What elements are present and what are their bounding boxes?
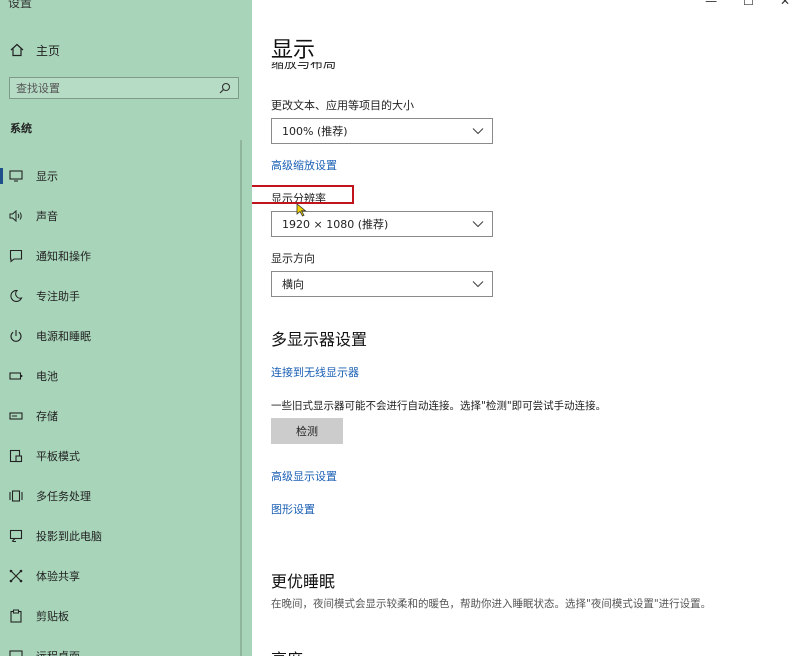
detect-button[interactable]: 检测: [271, 418, 343, 444]
search-box[interactable]: [9, 77, 239, 99]
scale-dropdown[interactable]: 100% (推荐): [271, 118, 493, 144]
sidebar-nav: 显示 声音 通知和操作 专注助手 电源和睡眠 电池 存储 平板模式 多任务处理 …: [0, 156, 252, 656]
sidebar-item-label: 远程桌面: [36, 648, 80, 656]
sidebar-item-shared-experiences[interactable]: 体验共享: [0, 556, 252, 596]
monitor-icon: [8, 168, 24, 184]
sidebar-item-label: 体验共享: [36, 570, 80, 583]
sidebar-item-label: 多任务处理: [36, 490, 91, 503]
home-icon: [10, 43, 24, 57]
sidebar-item-clipboard[interactable]: 剪贴板: [0, 596, 252, 636]
sidebar-item-label: 专注助手: [36, 290, 80, 303]
advanced-scaling-link[interactable]: 高级缩放设置: [271, 157, 337, 173]
resolution-value: 1920 × 1080 (推荐): [282, 218, 389, 231]
sidebar-item-display[interactable]: 显示: [0, 156, 252, 196]
sidebar-item-label: 平板模式: [36, 450, 80, 463]
sleep-heading: 更优睡眠: [271, 572, 336, 591]
advanced-display-link[interactable]: 高级显示设置: [271, 468, 337, 484]
share-icon: [8, 568, 24, 584]
search-input[interactable]: [10, 80, 216, 96]
orientation-label: 显示方向: [271, 252, 315, 265]
scale-label: 更改文本、应用等项目的大小: [271, 99, 414, 112]
sidebar-item-label: 电池: [36, 370, 58, 383]
mouse-cursor-icon: [296, 203, 307, 217]
orientation-dropdown[interactable]: 横向: [271, 271, 493, 297]
wireless-display-link[interactable]: 连接到无线显示器: [271, 364, 359, 380]
sidebar-item-focus-assist[interactable]: 专注助手: [0, 276, 252, 316]
sidebar-scrollbar[interactable]: [240, 140, 242, 656]
window-title: 设置: [8, 0, 33, 10]
brightness-heading: 亮度: [271, 646, 303, 656]
resolution-highlight-box: [252, 185, 354, 204]
project-icon: [8, 528, 24, 544]
page-title: 显示: [271, 38, 316, 63]
search-icon[interactable]: [216, 79, 234, 97]
home-link[interactable]: 主页: [10, 40, 60, 60]
sidebar-item-label: 存储: [36, 410, 58, 423]
storage-icon: [8, 408, 24, 424]
minimize-button[interactable]: —: [705, 0, 717, 8]
moon-icon: [8, 288, 24, 304]
sidebar-item-multitasking[interactable]: 多任务处理: [0, 476, 252, 516]
power-icon: [8, 328, 24, 344]
sidebar: 设置 主页 系统 显示 声音: [0, 0, 252, 656]
content-pane: — ☐ ✕ 显示 缩放与布局 更改文本、应用等项目的大小 100% (推荐) 高…: [252, 0, 800, 656]
sleep-description: 在晚间，夜间模式会显示较柔和的暖色，帮助你进入睡眠状态。选择"夜间模式设置"进行…: [271, 598, 712, 610]
tablet-icon: [8, 448, 24, 464]
sidebar-item-label: 剪贴板: [36, 610, 69, 623]
chevron-down-icon: [472, 281, 484, 288]
scale-layout-heading: 缩放与布局: [271, 62, 337, 72]
chevron-down-icon: [472, 128, 484, 135]
window-controls: — ☐ ✕: [705, 0, 790, 8]
maximize-button[interactable]: ☐: [743, 0, 754, 8]
graphics-settings-link[interactable]: 图形设置: [271, 501, 315, 517]
close-button[interactable]: ✕: [780, 0, 790, 8]
detect-note: 一些旧式显示器可能不会进行自动连接。选择"检测"即可尝试手动连接。: [271, 400, 607, 412]
sidebar-item-power[interactable]: 电源和睡眠: [0, 316, 252, 356]
sidebar-item-label: 电源和睡眠: [36, 330, 91, 343]
chevron-down-icon: [472, 221, 484, 228]
speaker-icon: [8, 208, 24, 224]
sidebar-item-label: 通知和操作: [36, 250, 91, 263]
multi-display-heading: 多显示器设置: [271, 330, 368, 349]
sidebar-item-battery[interactable]: 电池: [0, 356, 252, 396]
sidebar-item-label: 声音: [36, 210, 58, 223]
multitask-icon: [8, 488, 24, 504]
sidebar-item-tablet-mode[interactable]: 平板模式: [0, 436, 252, 476]
sidebar-item-label: 投影到此电脑: [36, 530, 102, 543]
battery-icon: [8, 368, 24, 384]
sidebar-item-label: 显示: [36, 170, 58, 183]
sidebar-item-storage[interactable]: 存储: [0, 396, 252, 436]
remote-icon: [8, 648, 24, 656]
section-title: 系统: [10, 122, 32, 135]
scale-value: 100% (推荐): [282, 125, 348, 138]
clipboard-icon: [8, 608, 24, 624]
sidebar-item-notifications[interactable]: 通知和操作: [0, 236, 252, 276]
home-label: 主页: [36, 43, 61, 58]
notification-icon: [8, 248, 24, 264]
sidebar-item-remote-desktop[interactable]: 远程桌面: [0, 636, 252, 656]
sidebar-item-sound[interactable]: 声音: [0, 196, 252, 236]
sidebar-item-project[interactable]: 投影到此电脑: [0, 516, 252, 556]
orientation-value: 横向: [282, 278, 304, 291]
